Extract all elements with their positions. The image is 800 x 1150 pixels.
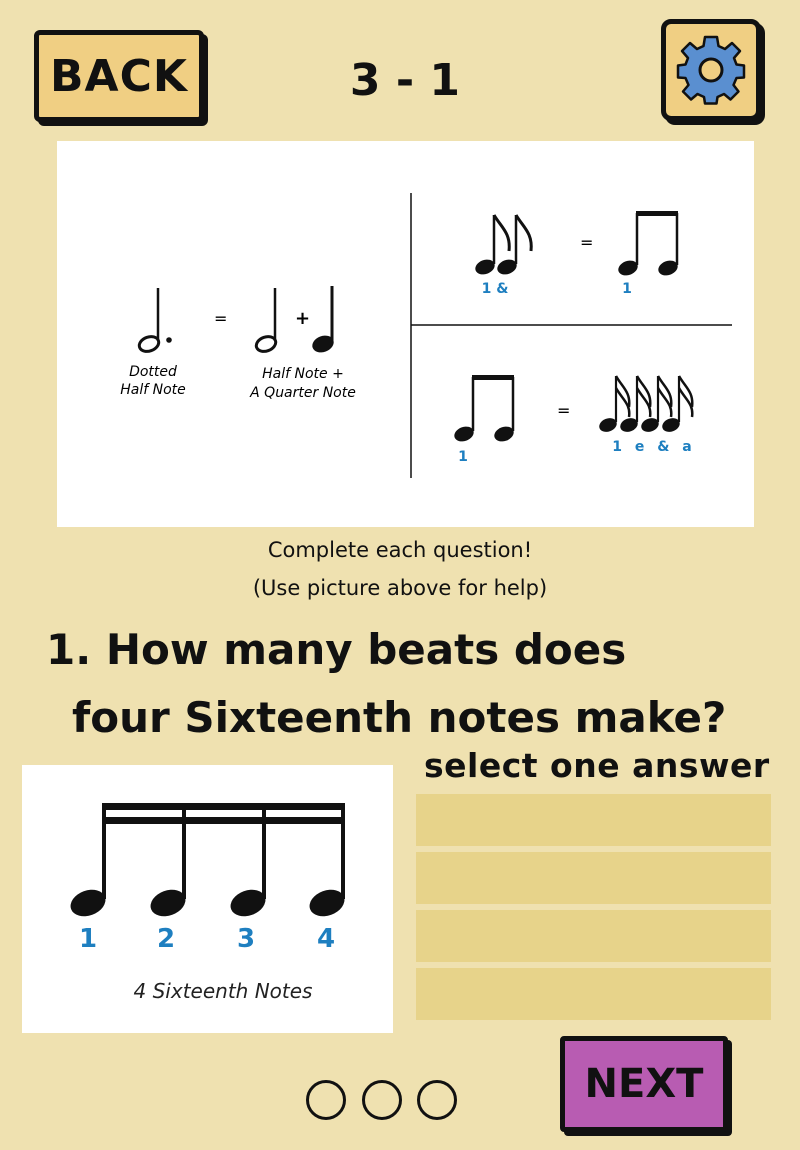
answer-option-3[interactable] [416, 910, 771, 962]
progress-dot-2 [362, 1080, 402, 1120]
answer-option-1[interactable] [416, 794, 771, 846]
quarter-note-icon [312, 286, 334, 353]
answer-option-4[interactable] [416, 968, 771, 1020]
dotted-half-label-line1: Dotted [129, 364, 177, 380]
instruction-line2: (Use picture above for help) [252, 576, 548, 600]
sixteenth-notes-image: 1 2 3 4 4 Sixteenth Notes [22, 765, 393, 1033]
equals-sign-2: = [580, 233, 593, 252]
progress-dot-1 [306, 1080, 346, 1120]
question-line2: four Sixteenth notes make? [72, 693, 727, 742]
answer-option-2[interactable] [416, 852, 771, 904]
sum-label-line1: Half Note + [262, 366, 344, 382]
level-title: 3 - 1 [349, 55, 461, 106]
equals-sign-3: = [557, 401, 570, 420]
settings-button[interactable] [661, 19, 761, 121]
half-note-icon [254, 288, 278, 353]
two-eighth-notes-icon [475, 214, 533, 275]
question-text: 1. How many beats does four Sixteenth no… [40, 616, 760, 752]
sixteenths-count: 1 e & a [612, 439, 692, 455]
next-button[interactable]: NEXT [560, 1036, 728, 1132]
gear-icon [676, 35, 746, 105]
back-button-label: BACK [50, 50, 188, 102]
eighths-count: 1 & [482, 281, 509, 297]
note-image-caption: 4 Sixteenth Notes [134, 979, 313, 1003]
instruction-line1: Complete each question! [267, 538, 533, 562]
beamed-sixteenth-notes-icon [70, 803, 345, 917]
count-4: 4 [317, 924, 335, 954]
back-button[interactable]: BACK [34, 30, 204, 122]
dotted-half-note-icon [137, 288, 172, 353]
progress-dot-3 [417, 1080, 457, 1120]
sum-label-line2: A Quarter Note [249, 385, 356, 401]
equals-sign: = [214, 309, 227, 328]
beamed-eighth-notes-icon-2 [454, 375, 515, 442]
dotted-half-label-line2: Half Note [120, 382, 186, 398]
next-button-label: NEXT [584, 1061, 704, 1107]
plus-sign: + [295, 308, 310, 329]
count-2: 2 [157, 924, 175, 954]
beamed-eighths-count: 1 [622, 281, 632, 297]
beamed-eighth-notes-icon [618, 211, 679, 276]
question-number: 1. [46, 625, 92, 674]
beamed-eighths-count-2: 1 [458, 449, 468, 465]
question-line1: How many beats does [105, 625, 627, 674]
count-1: 1 [79, 924, 97, 954]
reference-image: = + Dotted Half Note Half Note + A Quart… [57, 141, 754, 527]
select-answer-label: select one answer [424, 746, 770, 785]
four-sixteenth-notes-icon [599, 375, 694, 432]
count-3: 3 [237, 924, 255, 954]
